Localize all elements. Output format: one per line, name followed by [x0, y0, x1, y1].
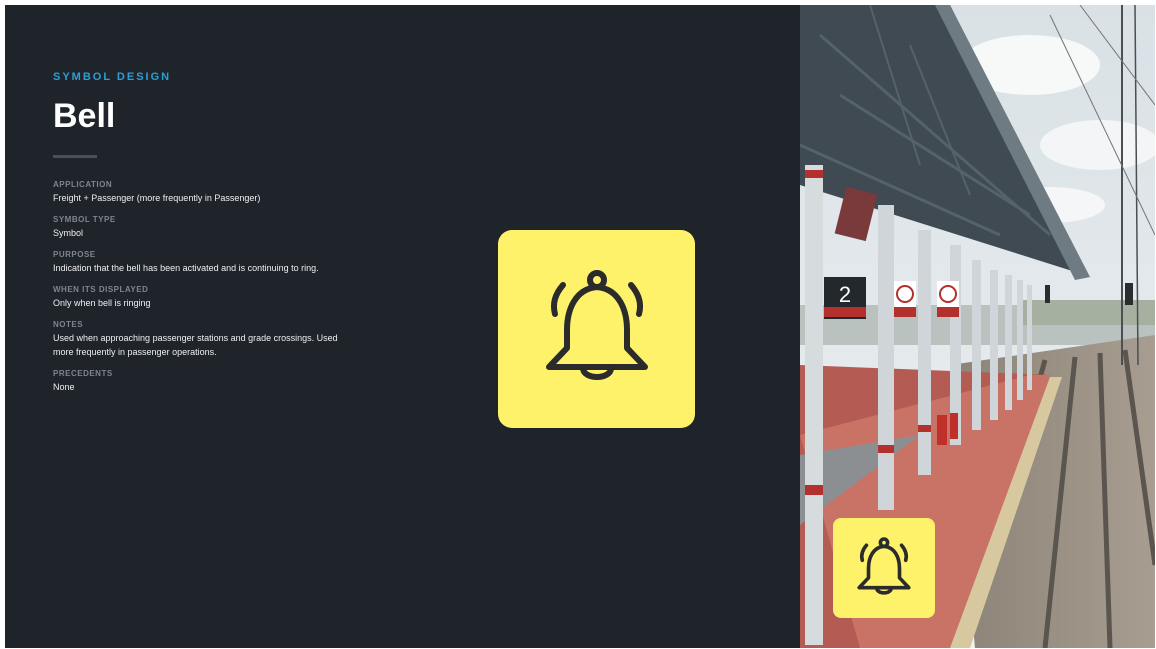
bell-ringing-icon: [545, 270, 648, 380]
spec-value: Symbol: [53, 228, 84, 238]
spec-label: PRECEDENTS: [53, 369, 113, 378]
spec-value: None: [53, 382, 75, 392]
eyebrow-label: SYMBOL DESIGN: [53, 71, 172, 83]
spec-purpose: PURPOSE Indication that the bell has bee…: [53, 249, 353, 275]
spec-panel: SYMBOL DESIGN Bell APPLICATION Freight +…: [5, 5, 800, 648]
spec-list: APPLICATION Freight + Passenger (more fr…: [53, 179, 353, 403]
spec-value: Used when approaching passenger stations…: [53, 333, 338, 357]
spec-label: NOTES: [53, 320, 84, 329]
platform-photo: 2: [800, 5, 1155, 648]
spec-label: SYMBOL TYPE: [53, 215, 116, 224]
spec-value: Indication that the bell has been activa…: [53, 263, 319, 273]
symbol-tile-overlay: [833, 518, 935, 618]
spec-label: WHEN ITS DISPLAYED: [53, 285, 149, 294]
symbol-tile-large: [498, 230, 695, 428]
spec-value: Freight + Passenger (more frequently in …: [53, 193, 261, 203]
spec-symbol-type: SYMBOL TYPE Symbol: [53, 214, 353, 240]
spec-value: Only when bell is ringing: [53, 298, 151, 308]
spec-label: APPLICATION: [53, 180, 113, 189]
spec-label: PURPOSE: [53, 250, 96, 259]
spec-precedents: PRECEDENTS None: [53, 368, 353, 394]
bell-ringing-icon: [857, 537, 911, 595]
spec-when-displayed: WHEN ITS DISPLAYED Only when bell is rin…: [53, 284, 353, 310]
spec-notes: NOTES Used when approaching passenger st…: [53, 319, 353, 359]
title-divider: [53, 155, 97, 158]
spec-application: APPLICATION Freight + Passenger (more fr…: [53, 179, 353, 205]
page-title: Bell: [53, 97, 116, 135]
platform-number: 2: [839, 282, 851, 307]
slide: SYMBOL DESIGN Bell APPLICATION Freight +…: [5, 5, 1155, 648]
